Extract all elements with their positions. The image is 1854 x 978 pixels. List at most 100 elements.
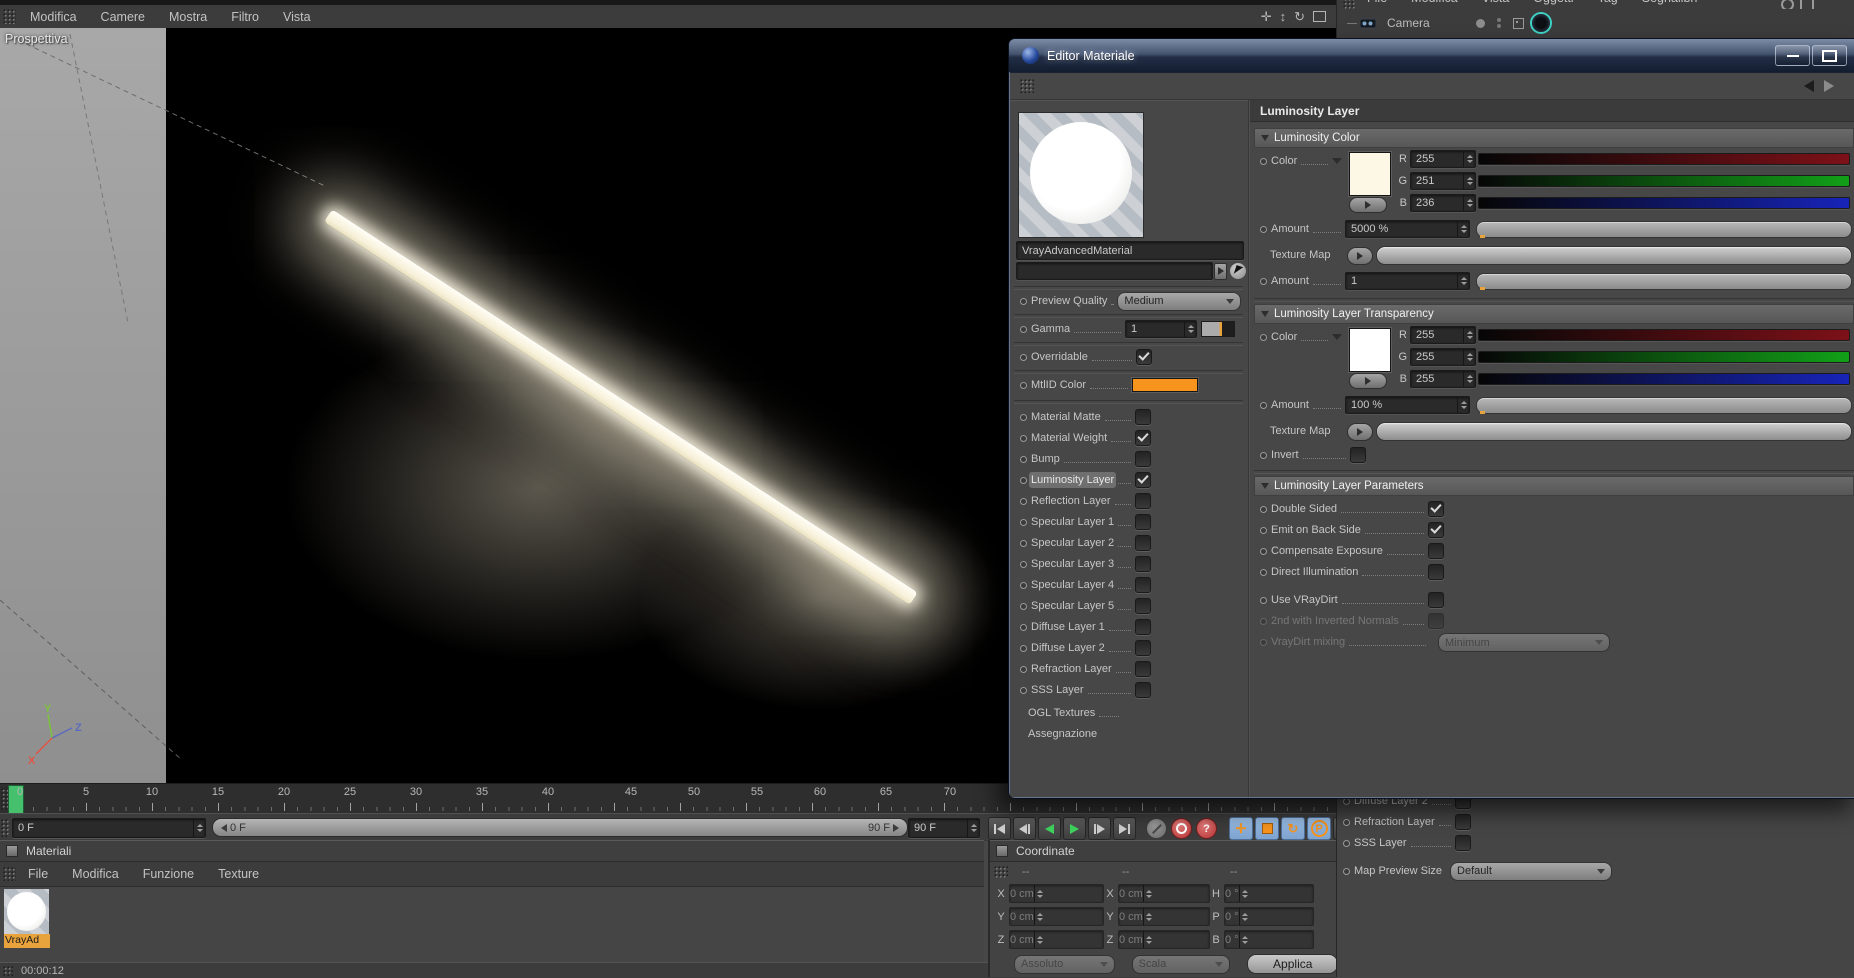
minimize-button[interactable]	[1775, 45, 1810, 66]
param-dot[interactable]	[1020, 518, 1027, 526]
statusbar-grip[interactable]	[3, 965, 13, 976]
gamma-gradient-widget[interactable]	[1201, 321, 1235, 337]
om-menu-file[interactable]: File	[1367, 0, 1387, 5]
bg-channel-checkbox[interactable]	[1455, 814, 1471, 830]
param-dot[interactable]	[1020, 381, 1027, 389]
channel-label[interactable]: Specular Layer 5	[1031, 600, 1114, 612]
param-dot[interactable]	[1020, 353, 1027, 361]
param-dot[interactable]	[1260, 568, 1267, 576]
bg-channel-label[interactable]: SSS Layer	[1354, 837, 1407, 849]
lum-g-field[interactable]: 251	[1410, 172, 1476, 190]
color-options-triangle[interactable]	[1332, 334, 1342, 340]
luminosity-amount-slider[interactable]	[1476, 221, 1852, 238]
color-expand-button[interactable]	[1349, 197, 1387, 213]
material-name-field[interactable]: VrayAdvancedMaterial	[1016, 241, 1244, 260]
param-dot[interactable]	[1343, 818, 1350, 826]
menu-filtro[interactable]: Filtro	[231, 10, 259, 24]
param-dot[interactable]	[1020, 297, 1027, 305]
channel-label[interactable]: Specular Layer 1	[1031, 516, 1114, 528]
go-to-end-button[interactable]	[1113, 817, 1136, 840]
param-dot[interactable]	[1260, 401, 1267, 409]
param-dot[interactable]	[1020, 665, 1027, 673]
g-gradient-slider[interactable]	[1478, 351, 1850, 363]
material-search-field[interactable]	[1016, 262, 1213, 280]
channel-checkbox[interactable]	[1135, 682, 1151, 698]
current-frame-field[interactable]: 0 F	[12, 818, 206, 838]
channel-label[interactable]: Specular Layer 4	[1031, 579, 1114, 591]
param-dot[interactable]	[1020, 623, 1027, 631]
active-camera-icon[interactable]	[1531, 14, 1550, 32]
luminosity-texture-field[interactable]	[1376, 246, 1852, 265]
emit-back-side-checkbox[interactable]	[1428, 522, 1444, 538]
param-dot[interactable]	[1343, 867, 1350, 875]
coord-b-rotation-field[interactable]: 0 °	[1224, 930, 1314, 949]
bg-channel-checkbox[interactable]	[1455, 835, 1471, 851]
coord-x-position-field[interactable]: 0 cm	[1009, 884, 1104, 903]
channel-label[interactable]: Diffuse Layer 2	[1031, 642, 1105, 654]
key-rotation-button[interactable]: ↻	[1281, 817, 1305, 840]
param-dot[interactable]	[1260, 596, 1267, 604]
autokey-button[interactable]: ?	[1196, 818, 1217, 839]
channel-label[interactable]: Material Weight	[1031, 432, 1107, 444]
coord-h-rotation-field[interactable]: 0 °	[1224, 884, 1314, 903]
param-dot[interactable]	[1020, 434, 1027, 442]
compensate-exposure-checkbox[interactable]	[1428, 543, 1444, 559]
channel-checkbox[interactable]	[1135, 493, 1151, 509]
om-search-icon[interactable]	[1781, 0, 1795, 9]
overridable-checkbox[interactable]	[1136, 349, 1152, 365]
g-gradient-slider[interactable]	[1478, 175, 1850, 187]
menu-vista[interactable]: Vista	[283, 10, 311, 24]
luminosity-amount-field[interactable]: 5000 %	[1345, 220, 1470, 238]
channel-checkbox[interactable]	[1135, 577, 1151, 593]
editor-toolbar-grip[interactable]	[1020, 79, 1034, 93]
channel-label[interactable]: Refraction Layer	[1031, 663, 1112, 675]
sound-toggle-button[interactable]	[1146, 818, 1167, 839]
transparency-texture-field[interactable]	[1376, 422, 1852, 441]
param-dot[interactable]	[1020, 686, 1027, 694]
param-dot[interactable]	[1260, 451, 1267, 459]
param-dot[interactable]	[1260, 225, 1267, 233]
invert-checkbox[interactable]	[1350, 447, 1366, 463]
om-menu-vista[interactable]: Vista	[1482, 0, 1510, 5]
target-toggle-icon[interactable]	[1512, 17, 1524, 29]
timeline-range-slider[interactable]: 0 F 90 F	[212, 818, 908, 837]
nav-back-icon[interactable]	[1804, 80, 1814, 92]
section-parameters[interactable]: Luminosity Layer Parameters	[1254, 476, 1854, 496]
coord-p-rotation-field[interactable]: 0 °	[1224, 907, 1314, 926]
coord-scale-dropdown[interactable]: Scala	[1131, 954, 1231, 974]
key-scale-button[interactable]	[1255, 817, 1279, 840]
trans-b-field[interactable]: 255	[1410, 370, 1476, 388]
channel-label-selected[interactable]: Luminosity Layer	[1028, 472, 1117, 488]
material-name-badge[interactable]: VrayAd	[4, 934, 50, 948]
param-dot[interactable]	[1020, 539, 1027, 547]
channel-checkbox[interactable]	[1135, 661, 1151, 677]
use-vraydirt-checkbox[interactable]	[1428, 592, 1444, 608]
transparency-color-swatch[interactable]	[1349, 328, 1391, 372]
om-menu-grip[interactable]	[1343, 0, 1355, 9]
materials-panel-titlebar[interactable]: Materiali	[0, 840, 984, 862]
nav-forward-icon[interactable]	[1824, 80, 1834, 92]
end-frame-field[interactable]: 90 F	[908, 818, 980, 838]
end-frame-stepper[interactable]	[967, 819, 979, 837]
transparency-amount-field[interactable]: 100 %	[1345, 396, 1470, 414]
channel-label[interactable]: Bump	[1031, 453, 1060, 465]
channel-checkbox[interactable]	[1135, 556, 1151, 572]
channel-checkbox[interactable]	[1135, 619, 1151, 635]
direct-illumination-checkbox[interactable]	[1428, 564, 1444, 580]
material-preview[interactable]	[1018, 112, 1144, 238]
visibility-dot[interactable]	[1475, 18, 1485, 28]
apply-button[interactable]: Applica	[1247, 954, 1338, 974]
om-menu-segnalibri[interactable]: Segnalibri	[1642, 0, 1698, 5]
channel-checkbox[interactable]	[1135, 472, 1151, 488]
render-dot[interactable]	[1496, 24, 1501, 28]
color-expand-button[interactable]	[1349, 373, 1387, 389]
coord-z-position-field[interactable]: 0 cm	[1009, 930, 1104, 949]
key-position-button[interactable]: ✛	[1229, 817, 1253, 840]
channel-checkbox[interactable]	[1135, 598, 1151, 614]
coordinates-grip[interactable]	[994, 866, 1008, 878]
param-dot[interactable]	[1020, 581, 1027, 589]
viewport-zoom-icon[interactable]: ↕	[1280, 9, 1287, 24]
param-dot[interactable]	[1260, 505, 1267, 513]
channel-checkbox[interactable]	[1135, 409, 1151, 425]
coord-y-size-field[interactable]: 0 cm	[1118, 907, 1210, 926]
